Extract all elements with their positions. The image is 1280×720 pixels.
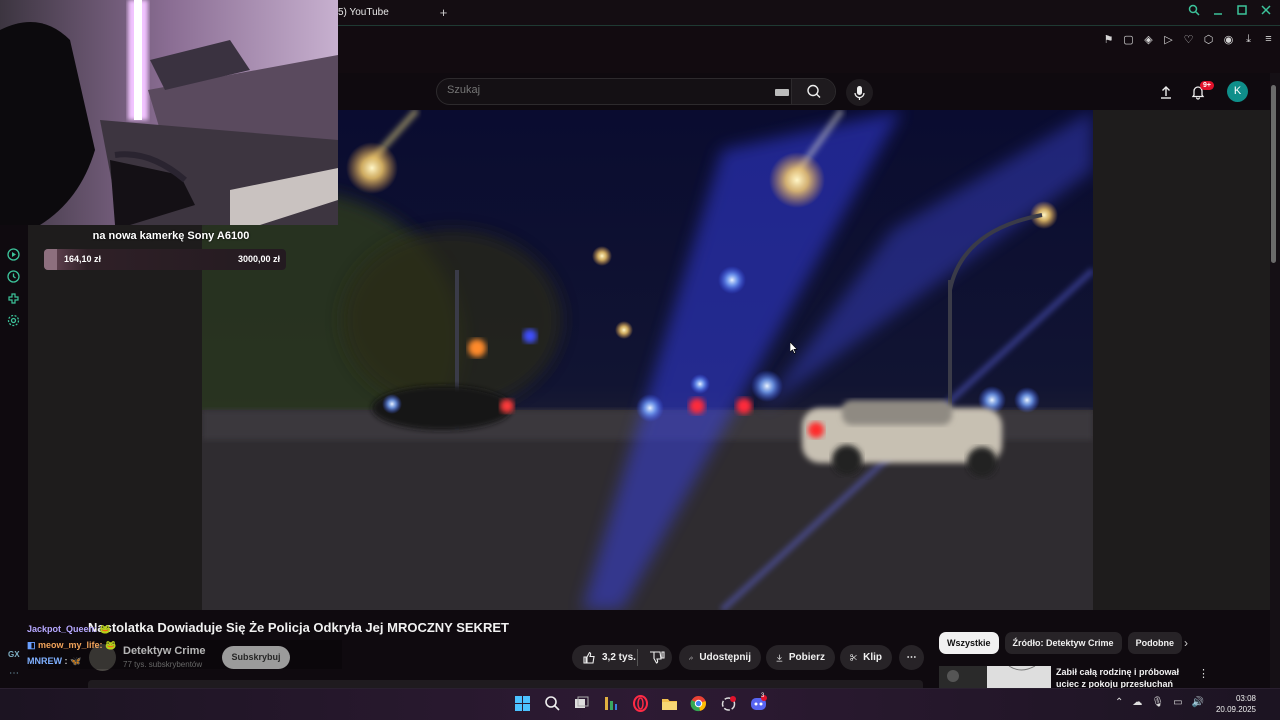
recommendation-filter-chips: Wszystkie Źródło: Detektyw Crime Podobne	[939, 632, 1183, 654]
extensions-icon[interactable]	[7, 292, 20, 305]
play-icon[interactable]: ▷	[1163, 33, 1174, 46]
chat-username: MNREW	[27, 656, 62, 666]
heart-icon[interactable]: ♡	[1183, 33, 1194, 46]
download-icon	[776, 654, 783, 661]
maximize-icon[interactable]	[1236, 4, 1248, 19]
clip-button[interactable]: Klip	[840, 645, 892, 670]
app-icon[interactable]	[602, 695, 619, 712]
account-avatar[interactable]: K	[1227, 81, 1248, 102]
new-tab-button[interactable]: +	[436, 5, 451, 20]
volume-icon[interactable]: 🔊	[1192, 697, 1204, 708]
comment-box-edge[interactable]	[88, 680, 923, 688]
notification-count-badge: 9+	[1200, 81, 1214, 90]
recommended-video-thumbnail[interactable]	[939, 666, 1051, 688]
microphone-icon[interactable]: 🎙	[1151, 697, 1164, 708]
share-button[interactable]: Udostępnij	[679, 645, 761, 670]
upload-icon[interactable]	[1158, 84, 1174, 100]
gx-badge[interactable]: GX	[8, 650, 20, 659]
more-dots-icon: ⋯	[906, 652, 917, 663]
minimize-icon[interactable]	[1212, 4, 1224, 19]
more-dots-icon[interactable]: ⋯	[9, 668, 19, 679]
shield-icon[interactable]: ◈	[1143, 33, 1154, 46]
donation-goal-target: 3000,00 zł	[237, 254, 280, 264]
thumbs-up-icon	[583, 651, 595, 664]
share-label: Udostępnij	[699, 652, 751, 663]
windows-start-icon[interactable]	[514, 695, 531, 712]
chrome-icon[interactable]	[690, 695, 707, 712]
video-title: Nastolatka Dowiaduje Się Że Policja Odkr…	[88, 620, 509, 635]
donation-goal-fill	[44, 249, 58, 270]
voice-search-button[interactable]	[846, 79, 873, 106]
like-button[interactable]: 3,2 tys.	[582, 651, 636, 665]
taskbar-clock[interactable]: 03:08 20.09.2025	[1216, 693, 1256, 715]
chevron-up-icon[interactable]: ⌃	[1115, 697, 1123, 708]
chat-username: Jackpot_Queen	[27, 624, 95, 634]
more-actions-button[interactable]: ⋯	[899, 645, 924, 670]
clip-label: Klip	[863, 652, 882, 663]
chip-from-channel[interactable]: Źródło: Detektyw Crime	[1004, 632, 1122, 654]
history-icon[interactable]	[7, 270, 20, 283]
scrollbar-thumb[interactable]	[1271, 85, 1276, 263]
search-icon[interactable]	[544, 695, 561, 712]
search-icon[interactable]	[1188, 4, 1200, 19]
donation-goal-progress-bar: 164,10 zł 3000,00 zł	[44, 249, 286, 270]
snapshot-icon[interactable]: ▢	[1123, 33, 1134, 46]
network-icon[interactable]: ▭	[1173, 697, 1182, 708]
badge-icon: ◧	[27, 640, 39, 650]
dislike-button[interactable]	[640, 645, 672, 670]
chip-related[interactable]: Podobne	[1127, 632, 1183, 654]
discord-icon[interactable]	[750, 695, 767, 712]
close-icon[interactable]	[1260, 4, 1272, 19]
browser-extension-icons: ⚑ ▢ ◈ ▷ ♡ ⬡ ◉ ⤓ ≡	[1103, 33, 1274, 46]
window-controls	[1188, 4, 1272, 19]
emote-icon: 🐸	[105, 640, 117, 650]
like-divider	[637, 649, 638, 666]
clock-date: 20.09.2025	[1215, 705, 1256, 714]
browser-tab-youtube[interactable]: 5) YouTube	[330, 0, 430, 25]
app-icon[interactable]	[720, 695, 737, 712]
clock-time: 03:08	[1235, 694, 1256, 703]
browser-sidebar	[0, 225, 28, 688]
player-icon[interactable]	[7, 248, 20, 261]
scissors-icon	[850, 654, 857, 661]
chat-message: Jackpot_Queen: 🐸	[27, 624, 111, 634]
search-icon	[807, 84, 821, 98]
chat-message: ◧ meow_my_life: 🐸	[27, 640, 117, 650]
mouse-cursor-icon	[790, 342, 798, 354]
task-view-icon[interactable]	[573, 695, 590, 712]
extensions-icon[interactable]: ⬡	[1203, 33, 1214, 46]
menu-icon[interactable]: ≡	[1263, 33, 1274, 46]
cloud-icon[interactable]: ☁	[1132, 697, 1142, 708]
share-icon	[689, 655, 694, 660]
bookmark-icon[interactable]: ⚑	[1103, 33, 1114, 46]
emote-icon: 🐸	[99, 624, 111, 634]
download-icon[interactable]: ⤓	[1243, 33, 1254, 46]
chevron-right-icon[interactable]: ›	[1184, 636, 1188, 650]
donation-goal-current: 164,10 zł	[64, 254, 102, 264]
webcam-overlay	[0, 0, 338, 225]
recommended-video-title[interactable]: Zabił całą rodzinę i próbował uciec z po…	[1056, 666, 1186, 688]
thumbs-down-icon	[650, 651, 665, 664]
download-button[interactable]: Pobierz	[766, 645, 835, 670]
chat-message: MNREW : 🦋	[27, 656, 82, 666]
kebab-menu-icon[interactable]: ⋮	[1198, 667, 1209, 680]
emote-icon: 🦋	[70, 656, 82, 666]
chip-all[interactable]: Wszystkie	[939, 632, 999, 654]
search-box	[436, 78, 836, 105]
download-label: Pobierz	[788, 652, 825, 663]
like-count: 3,2 tys.	[602, 652, 636, 663]
opera-gx-icon[interactable]	[632, 695, 649, 712]
discord-badge-count: 3	[761, 693, 765, 699]
webcam-room-image	[0, 0, 338, 225]
system-tray: ⌃ ☁ 🎙 ▭ 🔊	[1115, 697, 1204, 708]
file-explorer-icon[interactable]	[661, 695, 678, 712]
profile-icon[interactable]: ◉	[1223, 33, 1234, 46]
donation-goal-title: na nowa kamerkę Sony A6100	[92, 230, 250, 242]
search-input[interactable]	[447, 84, 767, 96]
chat-username: meow_my_life	[38, 640, 100, 650]
microphone-icon	[854, 86, 865, 100]
keyboard-icon[interactable]	[775, 89, 789, 96]
search-button[interactable]	[791, 79, 835, 104]
settings-gear-icon[interactable]	[7, 314, 20, 327]
